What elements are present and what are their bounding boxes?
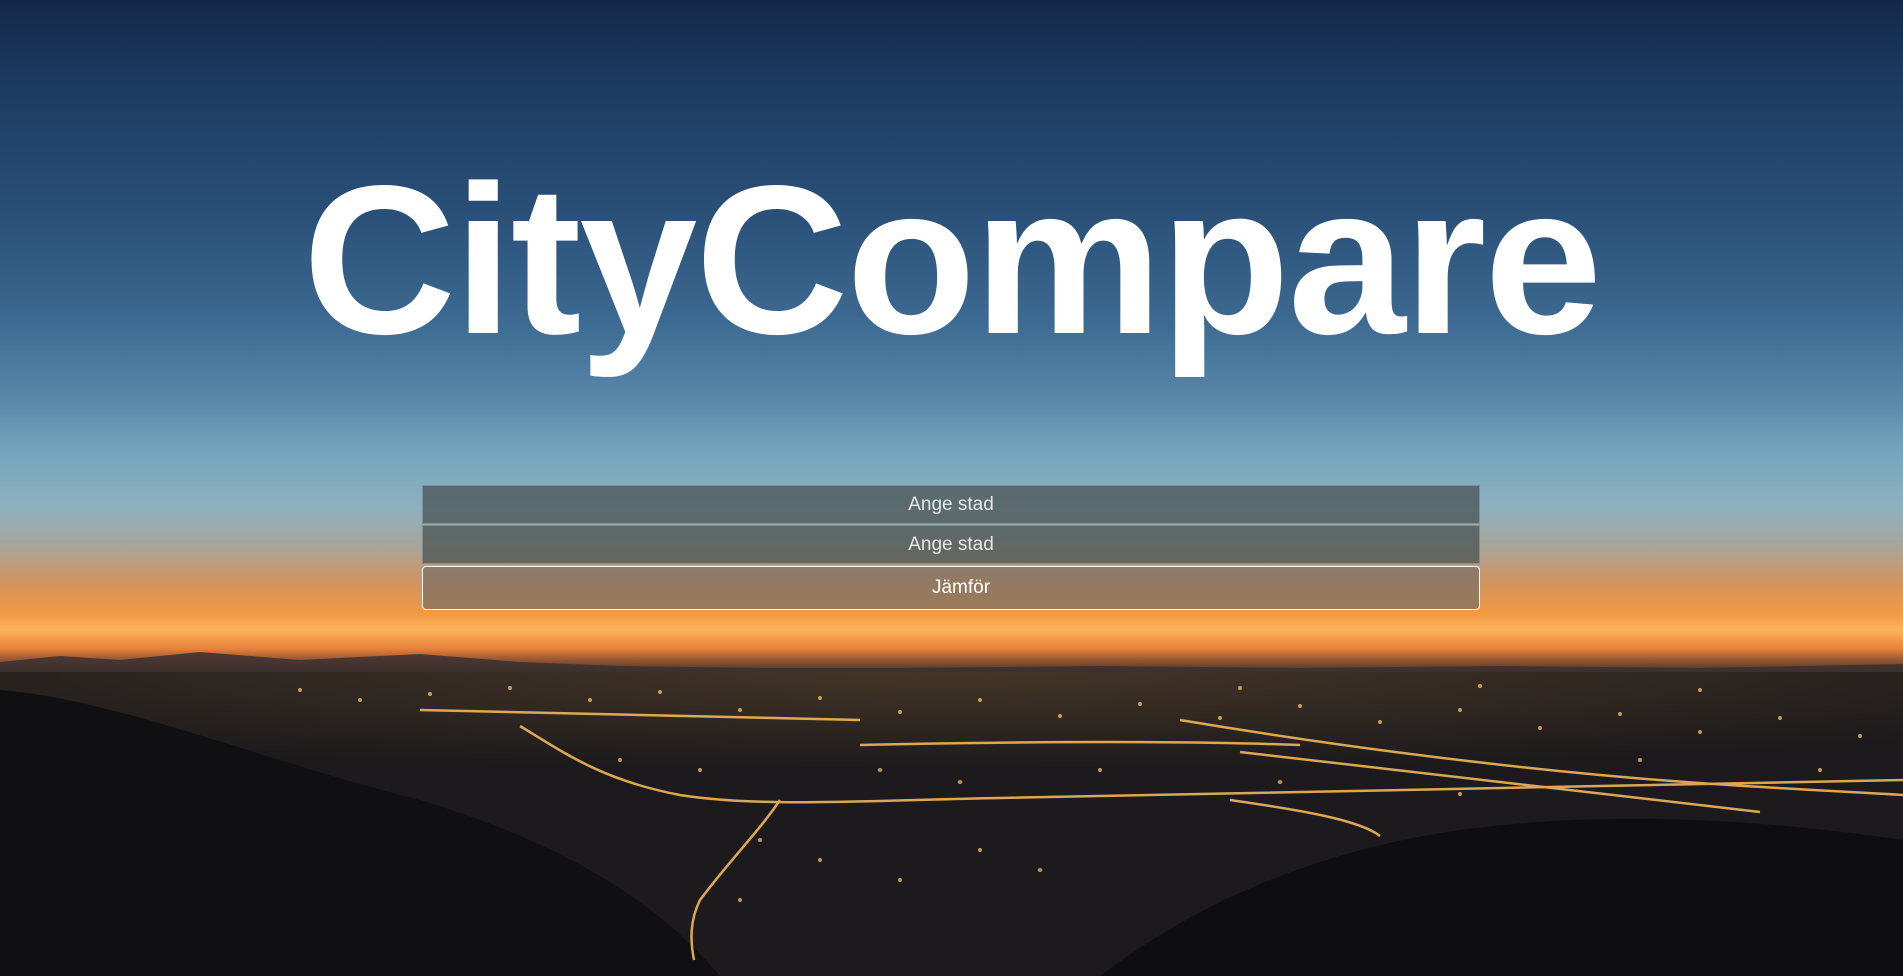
compare-form: Jämför: [422, 485, 1480, 610]
second-city-input[interactable]: [422, 525, 1480, 564]
first-city-input[interactable]: [422, 485, 1480, 524]
page-background: CityCompare Jämför: [0, 0, 1903, 976]
app-title: CityCompare: [302, 141, 1602, 378]
compare-button[interactable]: Jämför: [422, 566, 1480, 610]
